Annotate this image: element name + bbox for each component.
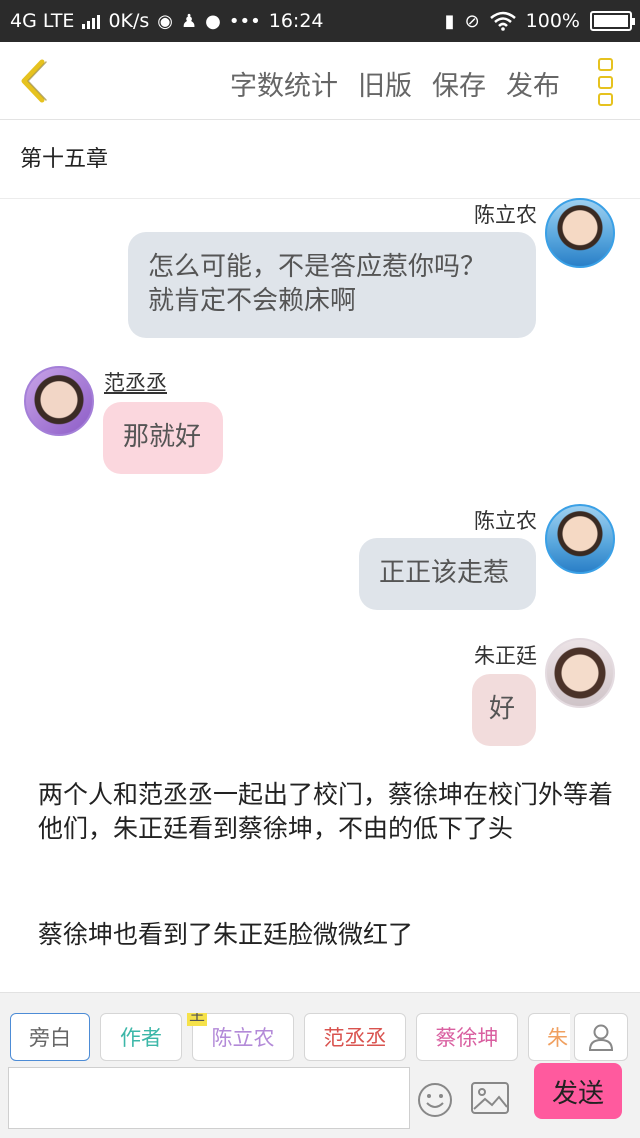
- message-line: 就肯定不会赖床啊: [148, 286, 357, 316]
- emoji-icon[interactable]: [416, 1081, 454, 1119]
- role-chen-linong[interactable]: 主 陈立农: [187, 1013, 294, 1061]
- role-author[interactable]: 作者: [100, 1013, 182, 1061]
- more-dots-icon: •••: [228, 10, 261, 32]
- message-line: 怎么可能，不是答应惹你吗？: [148, 252, 487, 282]
- speed-label: 0K/s: [108, 10, 150, 32]
- toolbar-actions: 字数统计 旧版 保存 发布: [230, 64, 560, 103]
- role-selector: 旁白 作者 主 陈立农 范丞丞 蔡徐坤 朱: [10, 1013, 570, 1061]
- message-bubble[interactable]: 正正该走惹: [359, 538, 536, 610]
- back-arrow-icon[interactable]: [14, 56, 54, 106]
- composer-bar: 旁白 作者 主 陈立农 范丞丞 蔡徐坤 朱 发送: [0, 992, 640, 1138]
- main-character-badge: 主: [187, 1013, 208, 1026]
- mute-icon: ⊘: [464, 10, 480, 32]
- message-bubble[interactable]: 怎么可能，不是答应惹你吗？ 就肯定不会赖床啊: [128, 232, 536, 338]
- user-icon: [588, 1024, 614, 1051]
- editor-toolbar: 字数统计 旧版 保存 发布: [0, 42, 640, 120]
- narration-paragraph[interactable]: 蔡徐坤也看到了朱正廷脸微微红了: [38, 918, 618, 952]
- chapter-title[interactable]: 第十五章: [0, 121, 640, 199]
- speaker-name: 朱正廷: [474, 644, 537, 668]
- battery-icon: [590, 11, 635, 31]
- publish-button[interactable]: 发布: [506, 64, 560, 103]
- status-bar: 4G LTE 0K/s ◉ ♟ ● ••• 16:24 ▮ ⊘ 100%: [0, 0, 640, 42]
- message-line: 好: [489, 694, 516, 724]
- speaker-name: 范丞丞: [104, 371, 167, 395]
- message-bubble[interactable]: 好: [472, 674, 536, 746]
- save-button[interactable]: 保存: [432, 64, 486, 103]
- message-input[interactable]: [8, 1067, 410, 1129]
- wifi-icon: [489, 11, 516, 31]
- send-button[interactable]: 发送: [534, 1063, 622, 1119]
- avatar[interactable]: [545, 504, 615, 574]
- image-icon[interactable]: [470, 1081, 510, 1115]
- clock: 16:24: [268, 10, 324, 32]
- speaker-name: 陈立农: [474, 203, 537, 227]
- weibo-icon: ◉: [157, 10, 174, 32]
- narration-paragraph[interactable]: 两个人和范丞丞一起出了校门，蔡徐坤在校门外等着他们，朱正廷看到蔡徐坤，不由的低下…: [38, 778, 618, 846]
- avatar[interactable]: [545, 198, 615, 268]
- role-cai-xukun[interactable]: 蔡徐坤: [416, 1013, 518, 1061]
- word-count-button[interactable]: 字数统计: [230, 64, 338, 103]
- message-bubble[interactable]: 那就好: [103, 402, 223, 474]
- battery-charging-icon: ▮: [444, 10, 455, 32]
- avatar[interactable]: [545, 638, 615, 708]
- network-label: 4G LTE: [10, 10, 75, 32]
- battery-fill: [594, 15, 628, 27]
- qq-icon: ♟: [181, 10, 198, 32]
- signal-icon: [82, 13, 101, 29]
- old-version-button[interactable]: 旧版: [358, 64, 412, 103]
- role-zhu-zhengting[interactable]: 朱: [528, 1013, 570, 1061]
- role-fan-chengcheng[interactable]: 范丞丞: [304, 1013, 406, 1061]
- message-icon: ●: [205, 10, 221, 32]
- avatar[interactable]: [24, 366, 94, 436]
- add-role-button[interactable]: [574, 1013, 628, 1061]
- battery-percent: 100%: [525, 10, 580, 32]
- more-menu-icon[interactable]: [598, 58, 618, 106]
- role-narrator[interactable]: 旁白: [10, 1013, 90, 1061]
- speaker-name: 陈立农: [474, 509, 537, 533]
- message-line: 那就好: [123, 422, 202, 452]
- role-label: 陈立农: [211, 1026, 275, 1050]
- message-line: 正正该走惹: [379, 558, 510, 588]
